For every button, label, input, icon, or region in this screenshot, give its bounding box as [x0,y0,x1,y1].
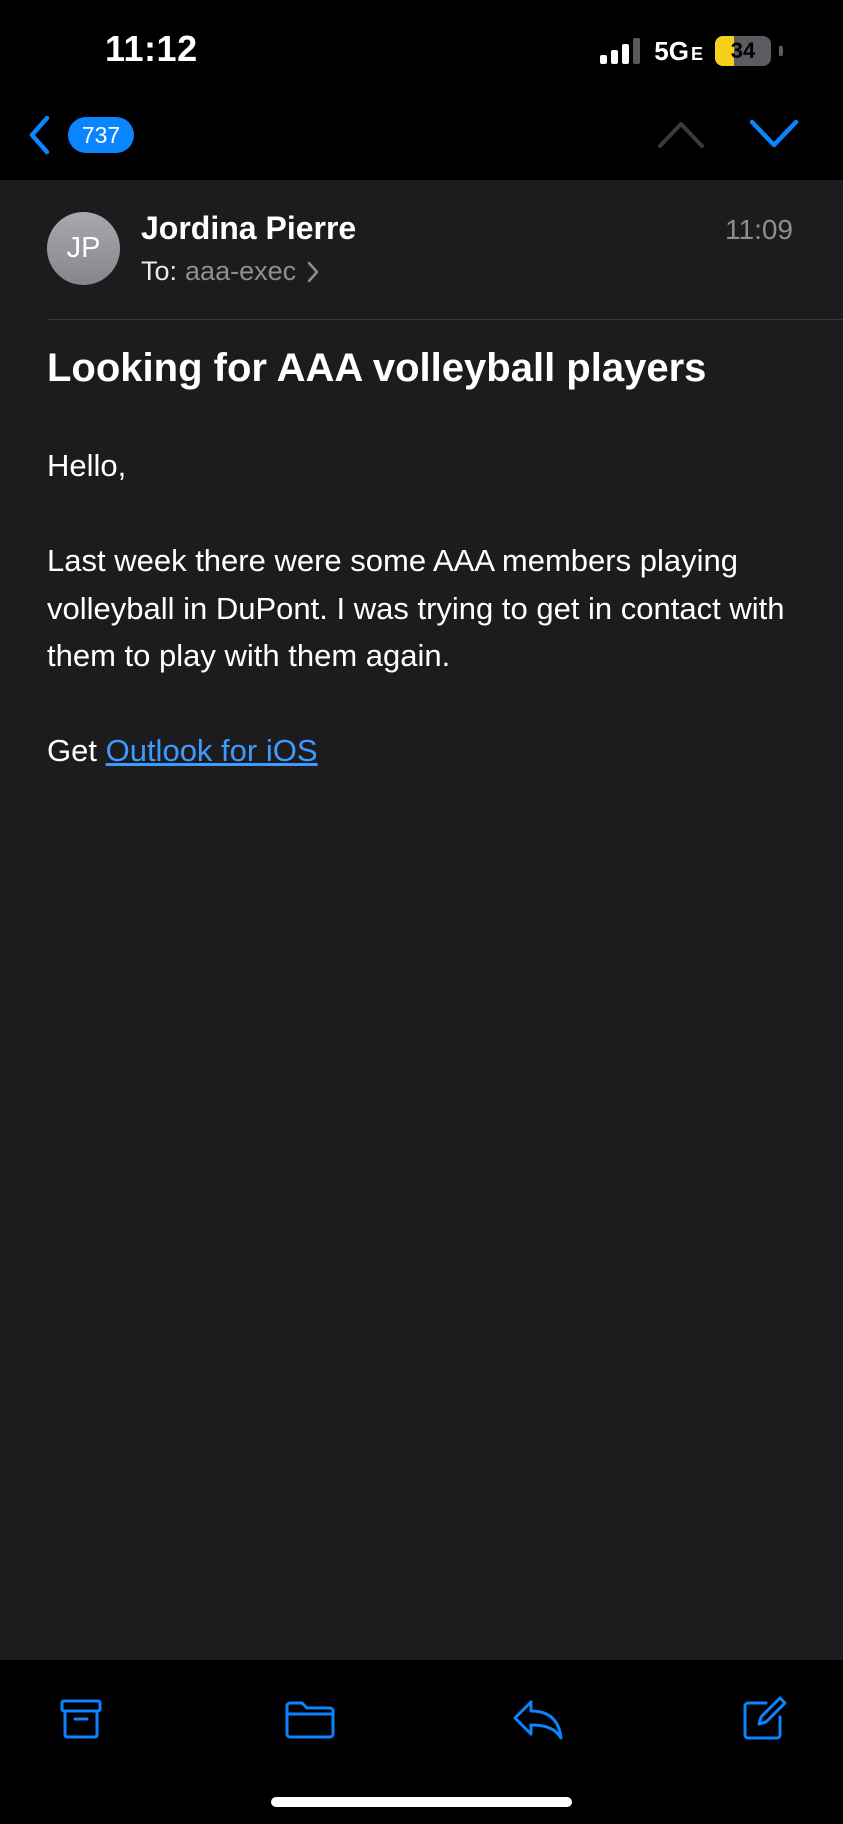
battery-level: 34 [730,38,756,63]
chevron-up-icon [658,122,704,148]
signal-icon [600,38,641,64]
to-label: To: [141,256,178,286]
message-subject: Looking for AAA volleyball players [47,346,707,390]
chevron-left-icon [29,115,50,155]
network-type: 5G E [654,35,703,66]
unread-count-badge[interactable]: 737 [68,117,134,153]
move-to-folder-button[interactable] [280,1690,340,1748]
previous-message-button[interactable] [656,118,706,152]
next-message-button[interactable] [748,114,800,152]
message-body: Hello, Last week there were some AAA mem… [47,442,817,822]
status-time: 11:12 [105,28,198,69]
battery-nub [779,46,783,56]
body-paragraph: Last week there were some AAA members pl… [47,543,785,673]
greeting: Hello, [47,448,127,483]
battery-icon: 34 [715,36,771,66]
back-button[interactable] [22,112,56,158]
compose-icon [743,1696,787,1740]
mail-message-screen: 11:12 5G E 34 737 JP Jordina Pierre To: … [0,0,843,1824]
sender-name[interactable]: Jordina Pierre [141,210,356,247]
home-indicator[interactable] [271,1797,572,1807]
reply-button[interactable] [508,1690,568,1748]
signature-prefix: Get [47,733,97,768]
avatar[interactable]: JP [47,212,120,285]
archive-icon [60,1699,102,1739]
status-indicators: 5G E 34 [600,34,783,68]
signature: Get Outlook for iOS [47,727,817,775]
recipients-row[interactable]: To: aaa-exec [141,256,320,287]
compose-button[interactable] [735,1690,793,1748]
chevron-down-icon [749,119,799,148]
recipient-name[interactable]: aaa-exec [185,256,296,287]
reply-icon [513,1700,563,1740]
sent-time: 11:09 [725,214,793,245]
folder-icon [285,1701,335,1739]
archive-button[interactable] [52,1690,110,1748]
outlook-link[interactable]: Outlook for iOS [106,733,318,768]
chevron-right-icon [307,261,319,282]
header-divider [47,319,843,320]
top-bar: 11:12 5G E 34 737 [0,0,843,180]
